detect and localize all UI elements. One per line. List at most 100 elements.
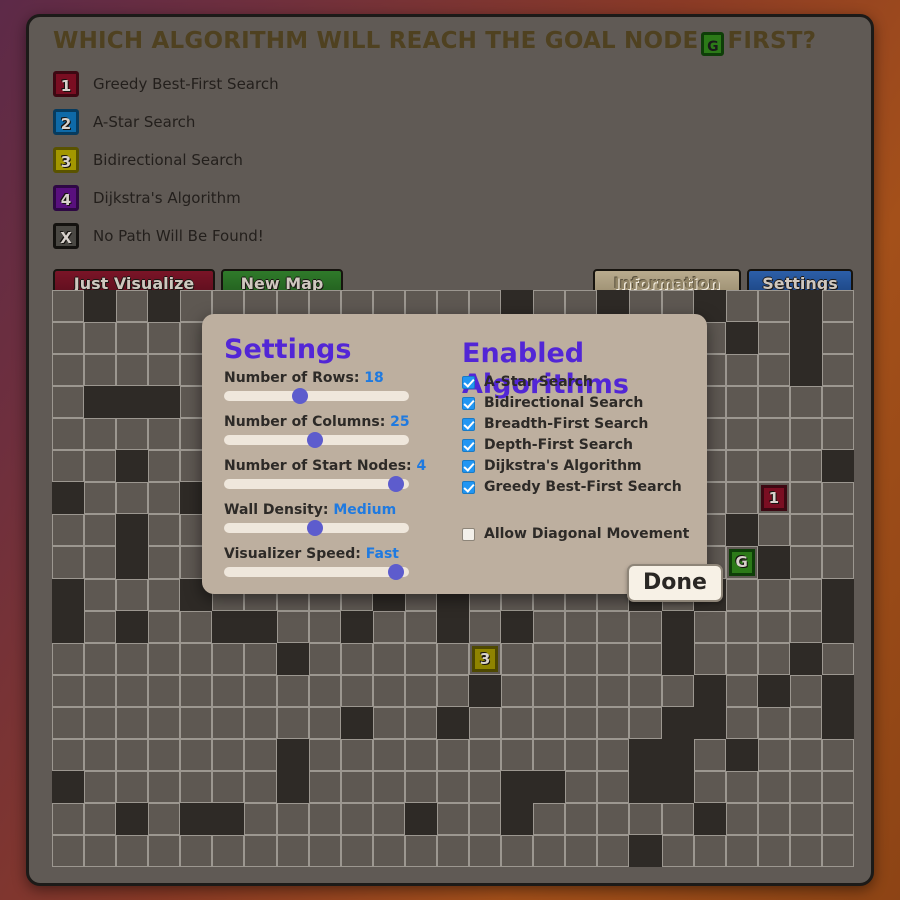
grid-cell[interactable]	[821, 354, 854, 387]
grid-cell[interactable]	[565, 738, 598, 771]
grid-cell-wall[interactable]	[789, 642, 822, 675]
grid-cell-wall[interactable]	[661, 738, 694, 771]
grid-cell[interactable]	[180, 706, 213, 739]
grid-cell-wall[interactable]	[821, 578, 854, 611]
grid-cell-wall[interactable]	[789, 322, 822, 355]
grid-cell[interactable]	[629, 642, 662, 675]
grid-cell-wall[interactable]	[501, 770, 534, 803]
grid-cell[interactable]	[116, 706, 149, 739]
grid-cell[interactable]	[148, 642, 181, 675]
grid-cell[interactable]	[725, 802, 758, 835]
grid-cell[interactable]	[244, 674, 277, 707]
grid-cell[interactable]	[404, 706, 437, 739]
grid-cell[interactable]	[52, 802, 85, 835]
grid-cell[interactable]	[693, 610, 726, 643]
grid-cell[interactable]	[597, 706, 630, 739]
grid-cell[interactable]	[693, 738, 726, 771]
algorithm-checkbox-row[interactable]: Dijkstra's Algorithm	[462, 458, 642, 474]
grid-cell[interactable]	[84, 418, 117, 451]
grid-cell-wall[interactable]	[629, 834, 662, 867]
grid-cell[interactable]	[340, 802, 373, 835]
grid-cell[interactable]	[116, 738, 149, 771]
grid-cell[interactable]	[789, 482, 822, 515]
grid-cell[interactable]	[212, 674, 245, 707]
grid-cell-wall[interactable]	[821, 706, 854, 739]
grid-cell-wall[interactable]	[693, 706, 726, 739]
grid-cell[interactable]	[565, 770, 598, 803]
setting-slider-knob[interactable]	[291, 388, 308, 404]
grid-cell[interactable]	[533, 802, 566, 835]
grid-cell[interactable]	[533, 642, 566, 675]
grid-cell-wall[interactable]	[629, 738, 662, 771]
grid-cell[interactable]	[308, 706, 341, 739]
grid-cell[interactable]	[212, 642, 245, 675]
setting-slider-track[interactable]	[224, 476, 409, 492]
grid-cell-wall[interactable]	[116, 386, 149, 419]
grid-cell[interactable]	[725, 610, 758, 643]
grid-cell[interactable]	[789, 418, 822, 451]
grid-cell[interactable]	[404, 770, 437, 803]
grid-cell[interactable]	[372, 610, 405, 643]
grid-cell-wall[interactable]	[661, 706, 694, 739]
grid-cell[interactable]	[212, 834, 245, 867]
grid-cell[interactable]	[116, 834, 149, 867]
grid-cell[interactable]	[84, 738, 117, 771]
grid-cell[interactable]	[533, 706, 566, 739]
grid-cell[interactable]	[597, 674, 630, 707]
grid-cell[interactable]	[340, 674, 373, 707]
grid-cell[interactable]	[340, 834, 373, 867]
grid-cell[interactable]	[757, 386, 790, 419]
grid-cell[interactable]	[757, 834, 790, 867]
grid-cell[interactable]	[661, 674, 694, 707]
grid-cell[interactable]	[52, 354, 85, 387]
grid-cell[interactable]	[789, 738, 822, 771]
grid-cell[interactable]	[276, 834, 309, 867]
grid-cell[interactable]	[404, 738, 437, 771]
grid-cell[interactable]	[725, 834, 758, 867]
grid-cell[interactable]	[84, 770, 117, 803]
grid-cell[interactable]	[52, 546, 85, 579]
grid-cell[interactable]	[789, 386, 822, 419]
grid-cell[interactable]	[757, 706, 790, 739]
grid-cell[interactable]	[725, 578, 758, 611]
grid-cell[interactable]	[276, 674, 309, 707]
grid-cell[interactable]	[84, 546, 117, 579]
grid-cell[interactable]	[757, 354, 790, 387]
grid-cell[interactable]	[757, 802, 790, 835]
grid-cell[interactable]	[372, 802, 405, 835]
algorithm-checkbox[interactable]	[462, 459, 475, 473]
grid-cell-wall[interactable]	[789, 354, 822, 387]
grid-cell[interactable]	[148, 514, 181, 547]
grid-cell[interactable]	[629, 802, 662, 835]
grid-cell-wall[interactable]	[661, 770, 694, 803]
grid-cell-wall[interactable]	[340, 706, 373, 739]
allow-diagonal-movement-checkbox[interactable]	[462, 527, 475, 541]
done-button[interactable]: Done	[627, 564, 723, 602]
grid-cell[interactable]	[244, 802, 277, 835]
grid-cell[interactable]	[372, 834, 405, 867]
grid-cell[interactable]	[116, 482, 149, 515]
grid-cell[interactable]	[404, 642, 437, 675]
grid-cell[interactable]	[725, 642, 758, 675]
grid-cell[interactable]	[789, 674, 822, 707]
grid-cell[interactable]	[757, 290, 790, 323]
grid-cell[interactable]	[52, 642, 85, 675]
grid-cell-wall[interactable]	[661, 642, 694, 675]
grid-cell[interactable]	[116, 578, 149, 611]
grid-cell[interactable]	[821, 418, 854, 451]
grid-cell[interactable]	[725, 290, 758, 323]
grid-cell-wall[interactable]	[757, 546, 790, 579]
algorithm-checkbox-row[interactable]: Bidirectional Search	[462, 395, 643, 411]
grid-cell[interactable]	[116, 354, 149, 387]
grid-cell[interactable]	[789, 450, 822, 483]
grid-cell-wall[interactable]	[501, 802, 534, 835]
grid-cell[interactable]	[244, 706, 277, 739]
grid-cell[interactable]	[148, 674, 181, 707]
grid-cell-wall[interactable]	[212, 610, 245, 643]
grid-cell-wall[interactable]	[725, 322, 758, 355]
grid-cell[interactable]	[789, 578, 822, 611]
grid-cell[interactable]	[340, 642, 373, 675]
grid-cell[interactable]	[148, 610, 181, 643]
grid-cell[interactable]	[757, 514, 790, 547]
grid-cell-wall[interactable]	[52, 482, 85, 515]
